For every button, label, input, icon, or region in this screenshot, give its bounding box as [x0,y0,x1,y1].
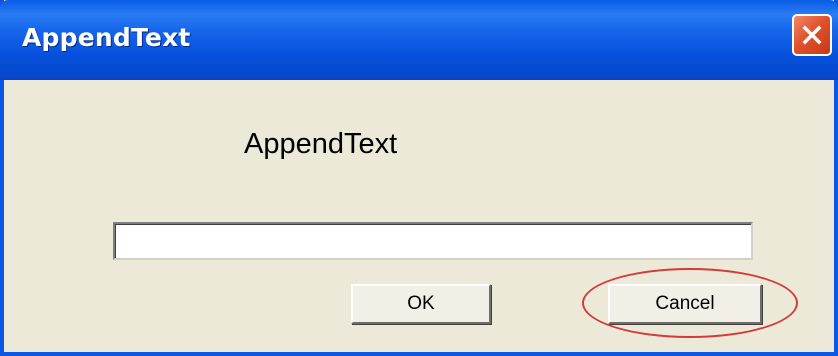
titlebar[interactable]: AppendText [0,0,838,80]
ok-button-label: OK [407,293,435,314]
cancel-button[interactable]: Cancel [608,284,762,324]
dialog-window: AppendText AppendText OK Cancel [0,0,838,356]
close-icon [802,25,822,45]
cancel-button-label: Cancel [655,293,715,314]
ok-button[interactable]: OK [351,284,491,324]
dialog-body: AppendText OK Cancel [4,80,834,352]
prompt-label: AppendText [244,128,398,160]
text-input[interactable] [113,222,753,260]
close-button[interactable] [792,14,832,56]
window-title: AppendText [22,23,191,52]
